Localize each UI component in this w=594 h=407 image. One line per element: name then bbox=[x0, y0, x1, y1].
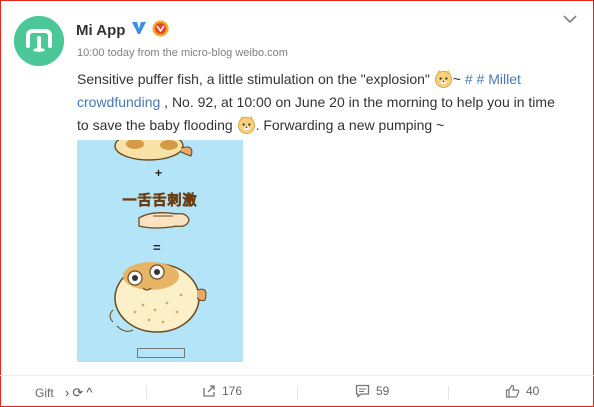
mi-logo-icon bbox=[14, 16, 64, 66]
gift-label[interactable]: Gift bbox=[35, 386, 54, 400]
footer-separator bbox=[448, 386, 449, 400]
gift-nav-icons[interactable]: ›⟳^ bbox=[65, 385, 95, 401]
comment-icon bbox=[355, 384, 370, 398]
post-content: Sensitive puffer fish, a little stimulat… bbox=[77, 68, 557, 137]
forward-count: 176 bbox=[222, 384, 243, 398]
like-button[interactable]: 40 bbox=[505, 384, 539, 398]
plus-sign: + bbox=[155, 166, 163, 180]
chevron-down-icon[interactable] bbox=[563, 14, 577, 24]
thumbs-up-icon bbox=[505, 384, 520, 398]
post-text-part: ~ bbox=[452, 71, 465, 87]
doge-emoji-icon bbox=[434, 69, 452, 88]
image-slogan: 一舌舌刺激 bbox=[122, 192, 198, 209]
footer-divider bbox=[0, 375, 594, 376]
doge-emoji-icon bbox=[237, 115, 255, 134]
forward-icon bbox=[203, 385, 215, 397]
comment-count: 59 bbox=[376, 384, 390, 398]
post-image[interactable]: + 一舌舌刺激 = bbox=[77, 140, 243, 362]
post-text-part: Sensitive puffer fish, a little stimulat… bbox=[77, 71, 434, 87]
image-caption-box bbox=[137, 348, 185, 358]
post-meta: 10:00 today from the micro-blog weibo.co… bbox=[77, 47, 288, 59]
vip-member-icon[interactable] bbox=[152, 20, 169, 37]
footer-separator bbox=[297, 386, 298, 400]
comment-button[interactable]: 59 bbox=[355, 384, 389, 398]
post-text-part: . Forwarding a new pumping ~ bbox=[255, 117, 445, 133]
footer-separator bbox=[146, 386, 147, 400]
forward-button[interactable]: 176 bbox=[202, 384, 242, 398]
verified-icon bbox=[132, 22, 146, 34]
equals-sign: = bbox=[153, 240, 161, 255]
like-count: 40 bbox=[526, 384, 540, 398]
author-name[interactable]: Mi App bbox=[76, 22, 125, 39]
avatar[interactable] bbox=[14, 16, 64, 66]
